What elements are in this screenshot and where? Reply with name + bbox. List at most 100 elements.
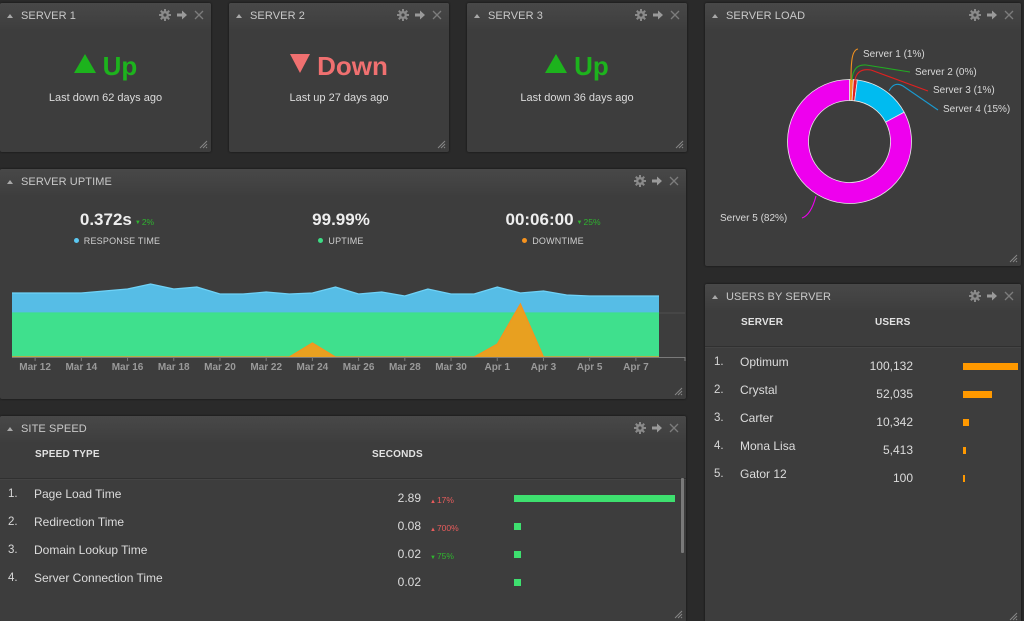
close-icon[interactable] bbox=[669, 9, 681, 21]
triangle-up-icon: ▲ bbox=[430, 499, 436, 505]
panel-title: SERVER 3 bbox=[488, 10, 544, 22]
panel-header[interactable]: SERVER 2 bbox=[229, 3, 449, 29]
pie-label-server-1: Server 1 (1%) bbox=[863, 49, 925, 60]
x-tick-label: Apr 5 bbox=[577, 362, 603, 373]
arrow-right-icon[interactable] bbox=[652, 9, 664, 21]
metric-value: 99.99% bbox=[312, 210, 370, 229]
row-name: Domain Lookup Time bbox=[34, 543, 148, 557]
panel-header[interactable]: USERS BY SERVER bbox=[705, 284, 1021, 310]
server-load-donut-chart bbox=[787, 48, 939, 219]
column-header-speed-type[interactable]: SPEED TYPE bbox=[35, 449, 100, 460]
gear-icon[interactable] bbox=[635, 9, 647, 21]
gear-icon[interactable] bbox=[634, 422, 646, 434]
resize-grip-icon[interactable] bbox=[437, 140, 446, 149]
delta-text: 700% bbox=[436, 523, 459, 533]
row-index: 3. bbox=[8, 544, 18, 556]
panel-controls bbox=[397, 9, 443, 21]
metric-response-time: 0.372s ▼2% RESPONSE TIME bbox=[7, 210, 227, 246]
column-header-server[interactable]: SERVER bbox=[741, 317, 783, 328]
divider bbox=[705, 346, 1021, 348]
caret-up-icon[interactable] bbox=[7, 180, 13, 184]
x-tick-label: Mar 12 bbox=[19, 362, 51, 373]
row-name: Mona Lisa bbox=[740, 439, 796, 453]
server-2-panel: SERVER 2 Down Last up 27 days ago bbox=[229, 3, 449, 152]
resize-grip-icon[interactable] bbox=[1009, 254, 1018, 263]
resize-grip-icon[interactable] bbox=[1009, 612, 1018, 621]
row-name: Optimum bbox=[740, 355, 789, 369]
leader-line-server-2 bbox=[851, 64, 911, 81]
close-icon[interactable] bbox=[193, 9, 205, 21]
arrow-right-icon[interactable] bbox=[986, 290, 998, 302]
users-bar bbox=[963, 391, 992, 398]
x-tick-label: Mar 16 bbox=[112, 362, 144, 373]
caret-up-icon[interactable] bbox=[712, 295, 718, 299]
row-index: 2. bbox=[714, 384, 724, 396]
legend-dot bbox=[318, 238, 324, 243]
panel-header[interactable]: SERVER UPTIME bbox=[0, 169, 686, 195]
column-header-users[interactable]: USERS bbox=[875, 317, 910, 328]
caret-up-icon[interactable] bbox=[7, 427, 13, 431]
leader-line-server-5 bbox=[801, 195, 817, 219]
row-name: Redirection Time bbox=[34, 515, 125, 529]
panel-header[interactable]: SERVER 3 bbox=[467, 3, 687, 29]
panel-controls bbox=[634, 175, 680, 187]
gear-icon[interactable] bbox=[634, 175, 646, 187]
x-tick-label: Apr 3 bbox=[531, 362, 557, 373]
pie-label-server-5: Server 5 (82%) bbox=[720, 213, 788, 224]
server-load-panel: SERVER LOAD Server 1 (1%) Server 2 (0%) … bbox=[705, 3, 1021, 266]
metric-delta: ▼2% bbox=[135, 217, 154, 227]
speed-bar bbox=[514, 523, 521, 530]
x-tick-label: Mar 24 bbox=[297, 362, 329, 373]
column-header-seconds[interactable]: SECONDS bbox=[372, 449, 423, 460]
site-speed-panel: SITE SPEED SPEED TYPE SECONDS 1. Page Loa… bbox=[0, 416, 686, 621]
panel-header[interactable]: SERVER 1 bbox=[0, 3, 211, 29]
arrow-right-icon[interactable] bbox=[176, 9, 188, 21]
arrow-right-icon[interactable] bbox=[414, 9, 426, 21]
close-icon[interactable] bbox=[431, 9, 443, 21]
uptime-area bbox=[12, 313, 659, 357]
close-icon[interactable] bbox=[668, 175, 680, 187]
close-icon[interactable] bbox=[1003, 290, 1015, 302]
resize-grip-icon[interactable] bbox=[199, 140, 208, 149]
arrow-right-icon[interactable] bbox=[651, 175, 663, 187]
row-delta: ▲17% bbox=[430, 495, 454, 505]
row-name: Page Load Time bbox=[34, 487, 122, 501]
status-note: Last down 36 days ago bbox=[520, 92, 634, 104]
resize-grip-icon[interactable] bbox=[674, 387, 683, 396]
pie-label-server-2: Server 2 (0%) bbox=[915, 67, 977, 78]
metric-downtime: 00:06:00 ▼25% DOWNTIME bbox=[443, 210, 663, 246]
metric-uptime: 99.99% UPTIME bbox=[231, 210, 451, 246]
caret-up-icon[interactable] bbox=[474, 14, 480, 18]
close-icon[interactable] bbox=[668, 422, 680, 434]
row-users: 52,035 bbox=[876, 387, 913, 401]
caret-up-icon[interactable] bbox=[236, 14, 242, 18]
panel-header[interactable]: SITE SPEED bbox=[0, 416, 686, 442]
x-tick-label: Apr 7 bbox=[623, 362, 649, 373]
users-bar bbox=[963, 447, 966, 454]
row-seconds: 0.02 bbox=[397, 575, 421, 589]
arrow-up-icon bbox=[73, 54, 96, 73]
metric-value: 00:06:00 bbox=[505, 210, 574, 229]
metric-value: 0.372s bbox=[79, 210, 132, 229]
gear-icon[interactable] bbox=[969, 290, 981, 302]
pie-label-server-4: Server 4 (15%) bbox=[943, 104, 1011, 115]
x-tick-label: Mar 18 bbox=[158, 362, 190, 373]
row-index: 1. bbox=[8, 488, 18, 500]
metric-label: DOWNTIME bbox=[532, 236, 584, 246]
row-seconds: 0.02 bbox=[397, 547, 421, 561]
arrow-right-icon[interactable] bbox=[651, 422, 663, 434]
metric-label: RESPONSE TIME bbox=[83, 236, 161, 246]
gear-icon[interactable] bbox=[159, 9, 171, 21]
caret-up-icon[interactable] bbox=[7, 14, 13, 18]
speed-bar bbox=[514, 551, 521, 558]
users-bar bbox=[963, 475, 965, 482]
resize-grip-icon[interactable] bbox=[674, 610, 683, 619]
speed-bar bbox=[514, 579, 521, 586]
row-seconds: 0.08 bbox=[397, 519, 421, 533]
row-index: 4. bbox=[714, 440, 724, 452]
scrollbar[interactable] bbox=[681, 478, 684, 553]
arrow-up-icon bbox=[545, 54, 568, 73]
row-users: 10,342 bbox=[876, 415, 913, 429]
resize-grip-icon[interactable] bbox=[675, 140, 684, 149]
gear-icon[interactable] bbox=[397, 9, 409, 21]
